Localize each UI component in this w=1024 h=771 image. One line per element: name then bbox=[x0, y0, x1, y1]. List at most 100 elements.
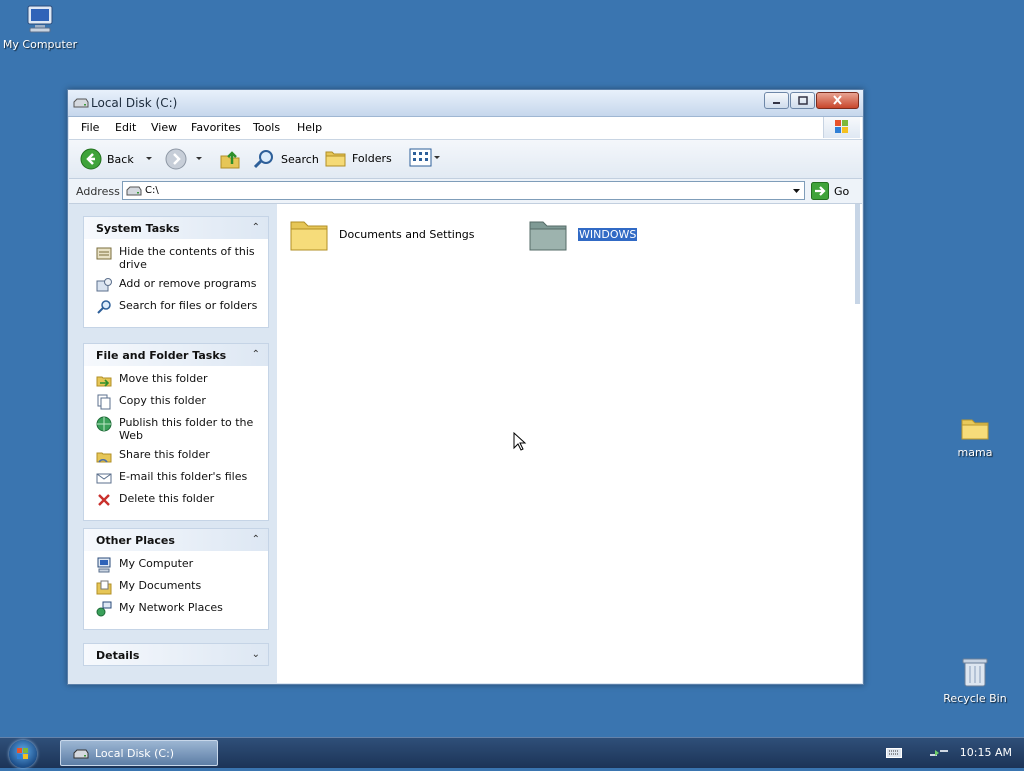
desktop-icon-recycle-bin[interactable]: Recycle Bin bbox=[935, 656, 1015, 705]
place-my-network-places[interactable]: My Network Places bbox=[96, 601, 262, 617]
add-remove-programs-icon bbox=[96, 278, 112, 292]
task-label: Share this folder bbox=[119, 448, 210, 461]
panel-title: Other Places bbox=[96, 534, 175, 547]
search-button[interactable]: Search bbox=[252, 148, 319, 170]
delete-x-icon bbox=[98, 494, 110, 506]
drive-icon bbox=[73, 749, 89, 759]
window-title: Local Disk (C:) bbox=[91, 96, 178, 110]
panel-body: My Computer My Documents My Network Plac… bbox=[83, 551, 269, 630]
place-my-documents[interactable]: My Documents bbox=[96, 579, 262, 595]
task-label: Search for files or folders bbox=[119, 299, 258, 312]
taskbar-button-local-disk[interactable]: Local Disk (C:) bbox=[60, 740, 218, 766]
file-folder-tasks-panel: File and Folder Tasks ⌃ Move this folder… bbox=[83, 343, 269, 521]
menu-file[interactable]: File bbox=[81, 121, 99, 134]
folder-item-windows[interactable]: WINDOWS bbox=[528, 216, 638, 252]
drive-icon bbox=[73, 98, 89, 108]
email-icon bbox=[96, 473, 112, 484]
task-label: Copy this folder bbox=[119, 394, 206, 407]
task-email-files[interactable]: E-mail this folder's files bbox=[96, 470, 262, 486]
search-label: Search bbox=[281, 152, 319, 166]
globe-icon bbox=[96, 416, 112, 432]
details-header[interactable]: Details ⌄ bbox=[83, 643, 269, 666]
task-pane: System Tasks ⌃ Hide the contents of this… bbox=[69, 204, 276, 683]
keyboard-icon[interactable] bbox=[886, 748, 902, 758]
collapse-chevron-icon[interactable]: ⌃ bbox=[252, 222, 260, 233]
up-folder-icon bbox=[220, 151, 240, 169]
desktop-icon-mama[interactable]: mama bbox=[935, 414, 1015, 459]
close-icon bbox=[833, 95, 842, 105]
folder-icon bbox=[290, 221, 328, 251]
collapse-chevron-icon[interactable]: ⌃ bbox=[252, 349, 260, 360]
network-places-icon bbox=[96, 601, 112, 617]
move-folder-icon bbox=[96, 376, 112, 387]
task-label: Move this folder bbox=[119, 372, 208, 385]
task-label: Publish this folder to the Web bbox=[119, 416, 254, 442]
close-button[interactable] bbox=[816, 92, 859, 109]
go-label: Go bbox=[834, 184, 850, 198]
file-folder-tasks-header[interactable]: File and Folder Tasks ⌃ bbox=[83, 343, 269, 366]
explorer-window: Local Disk (C:) File Edit View Favorites… bbox=[67, 89, 864, 685]
details-panel: Details ⌄ bbox=[83, 643, 269, 666]
my-documents-icon bbox=[96, 580, 112, 595]
panel-title: File and Folder Tasks bbox=[96, 349, 227, 362]
folder-item-documents-and-settings[interactable]: Documents and Settings bbox=[289, 216, 475, 252]
chevron-down-icon bbox=[145, 157, 152, 160]
back-label: Back bbox=[107, 152, 134, 166]
vertical-scrollbar[interactable] bbox=[854, 204, 862, 683]
address-dropdown-button[interactable] bbox=[789, 182, 804, 199]
collapse-chevron-icon[interactable]: ⌃ bbox=[252, 534, 260, 545]
minimize-button[interactable] bbox=[764, 92, 789, 109]
start-button[interactable] bbox=[9, 740, 37, 768]
folder-icon bbox=[961, 419, 989, 440]
task-share-folder[interactable]: Share this folder bbox=[96, 448, 262, 464]
taskbar: Local Disk (C:) 10:15 AM bbox=[0, 737, 1024, 768]
menu-tools[interactable]: Tools bbox=[253, 121, 280, 134]
go-button[interactable]: Go bbox=[811, 182, 849, 200]
task-add-remove-programs[interactable]: Add or remove programs bbox=[96, 277, 262, 293]
desktop-icon-label: Recycle Bin bbox=[943, 692, 1007, 705]
hide-contents-icon bbox=[96, 247, 112, 260]
task-hide-drive-contents[interactable]: Hide the contents of this drive bbox=[96, 245, 262, 271]
maximize-button[interactable] bbox=[790, 92, 815, 109]
recycle-bin-icon bbox=[962, 658, 988, 687]
other-places-header[interactable]: Other Places ⌃ bbox=[83, 528, 269, 551]
place-label: My Network Places bbox=[119, 601, 223, 614]
title-bar[interactable]: Local Disk (C:) bbox=[68, 90, 863, 117]
drive-icon bbox=[126, 186, 142, 196]
standard-toolbar: Back Search Folders bbox=[69, 140, 862, 179]
place-label: My Computer bbox=[119, 557, 194, 570]
task-move-folder[interactable]: Move this folder bbox=[96, 372, 262, 388]
menu-help[interactable]: Help bbox=[297, 121, 322, 134]
address-value: C:\ bbox=[145, 185, 159, 196]
back-arrow-icon bbox=[80, 148, 102, 170]
scrollbar-thumb[interactable] bbox=[855, 204, 860, 304]
system-tasks-header[interactable]: System Tasks ⌃ bbox=[83, 216, 269, 239]
folders-button[interactable]: Folders bbox=[325, 148, 392, 168]
menu-view[interactable]: View bbox=[151, 121, 177, 134]
my-computer-icon bbox=[97, 557, 111, 573]
desktop-icon-my-computer[interactable]: My Computer bbox=[0, 4, 80, 51]
place-my-computer[interactable]: My Computer bbox=[96, 557, 262, 573]
file-list-view[interactable]: Documents and Settings WINDOWS bbox=[277, 204, 854, 683]
panel-title: Details bbox=[96, 649, 140, 662]
menu-favorites[interactable]: Favorites bbox=[191, 121, 241, 134]
chevron-down-icon bbox=[793, 189, 800, 193]
expand-chevron-icon[interactable]: ⌄ bbox=[252, 649, 260, 660]
menu-edit[interactable]: Edit bbox=[115, 121, 136, 134]
folders-label: Folders bbox=[352, 151, 392, 165]
address-input[interactable]: C:\ bbox=[122, 181, 805, 200]
window-controls bbox=[763, 92, 859, 109]
address-label: Address bbox=[76, 185, 120, 198]
clock[interactable]: 10:15 AM bbox=[960, 746, 1012, 759]
network-icon[interactable] bbox=[928, 746, 950, 760]
views-button[interactable] bbox=[409, 148, 441, 168]
forward-button[interactable] bbox=[165, 148, 206, 170]
task-publish-folder[interactable]: Publish this folder to the Web bbox=[96, 416, 262, 442]
up-folder-button[interactable] bbox=[219, 148, 241, 170]
my-computer-icon bbox=[27, 5, 53, 33]
menu-bar: File Edit View Favorites Tools Help bbox=[69, 117, 862, 140]
task-delete-folder[interactable]: Delete this folder bbox=[96, 492, 262, 508]
task-copy-folder[interactable]: Copy this folder bbox=[96, 394, 262, 410]
back-button[interactable]: Back bbox=[80, 148, 156, 170]
task-search-files[interactable]: Search for files or folders bbox=[96, 299, 262, 315]
